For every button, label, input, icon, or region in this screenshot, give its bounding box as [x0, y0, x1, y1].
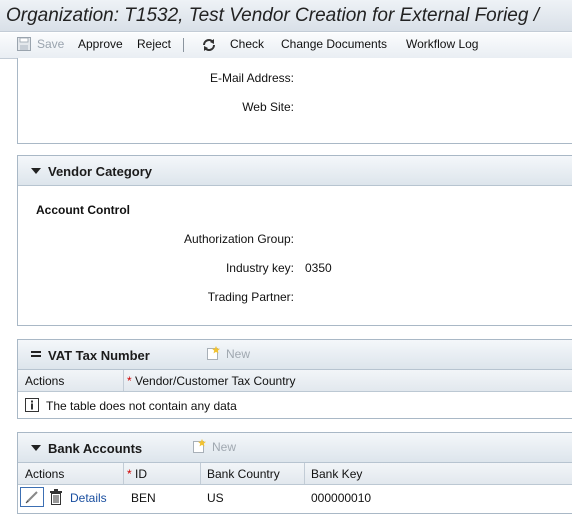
authorization-group-label: Authorization Group:	[183, 232, 294, 246]
vat-table-header: Actions * Vendor/Customer Tax Country	[18, 370, 572, 392]
column-separator	[123, 463, 124, 484]
vat-col-tax-country[interactable]: Vendor/Customer Tax Country	[135, 374, 296, 388]
industry-key-label: Industry key:	[225, 261, 294, 275]
bank-accounts-panel: Bank Accounts New Actions * ID Bank Coun…	[17, 432, 572, 514]
trading-partner-label: Trading Partner:	[207, 290, 294, 304]
bank-col-id[interactable]: ID	[135, 467, 147, 481]
workflow-log-button[interactable]: Workflow Log	[406, 37, 478, 51]
collapse-bars-icon[interactable]	[31, 351, 41, 357]
vendor-category-panel: Vendor Category Account Control Authoriz…	[17, 155, 572, 326]
website-label: Web Site:	[242, 100, 294, 114]
vendor-category-title: Vendor Category	[48, 164, 153, 179]
refresh-check-icon[interactable]	[201, 37, 217, 53]
collapse-triangle-icon[interactable]	[31, 445, 41, 451]
bank-col-actions: Actions	[25, 467, 65, 481]
industry-key-value: 0350	[305, 261, 332, 275]
window-title: Organization: T1532, Test Vendor Creatio…	[0, 0, 572, 32]
bank-key-cell: 000000010	[311, 491, 372, 505]
column-separator	[200, 463, 201, 484]
toolbar: Save Approve Reject Check Change Documen…	[0, 33, 572, 59]
reject-button[interactable]: Reject	[137, 37, 171, 51]
required-marker: *	[127, 374, 132, 388]
toolbar-separator	[183, 38, 184, 52]
vat-tax-panel: VAT Tax Number New Actions * Vendor/Cust…	[17, 339, 572, 419]
change-documents-button[interactable]: Change Documents	[281, 37, 387, 51]
vat-col-actions: Actions	[25, 374, 65, 388]
table-row: Details BEN US 000000010	[18, 485, 572, 509]
check-button[interactable]: Check	[230, 37, 264, 51]
address-panel: E-Mail Address: Web Site:	[17, 58, 572, 144]
bank-col-country[interactable]: Bank Country	[207, 467, 280, 481]
bank-accounts-header[interactable]: Bank Accounts New	[18, 433, 572, 463]
vendor-category-header[interactable]: Vendor Category	[18, 156, 572, 186]
edit-button[interactable]	[20, 487, 44, 507]
bank-table-header: Actions * ID Bank Country Bank Key	[18, 463, 572, 485]
bank-id-cell: BEN	[131, 491, 156, 505]
column-separator	[304, 463, 305, 484]
vat-tax-title: VAT Tax Number	[48, 348, 150, 363]
info-icon	[25, 398, 39, 412]
approve-button[interactable]: Approve	[78, 37, 123, 51]
collapse-triangle-icon[interactable]	[31, 168, 41, 174]
email-label: E-Mail Address:	[209, 71, 294, 85]
trash-icon[interactable]	[49, 489, 63, 505]
save-icon	[17, 37, 31, 51]
details-link[interactable]: Details	[70, 491, 107, 505]
bank-new-button[interactable]: New	[212, 440, 236, 454]
column-separator	[123, 370, 124, 391]
save-button[interactable]: Save	[37, 37, 64, 51]
new-document-icon	[193, 439, 206, 453]
vat-empty-message: The table does not contain any data	[46, 399, 237, 413]
vat-tax-header[interactable]: VAT Tax Number New	[18, 340, 572, 370]
required-marker: *	[127, 467, 132, 481]
bank-country-cell: US	[207, 491, 224, 505]
bank-col-bank-key[interactable]: Bank Key	[311, 467, 362, 481]
bank-accounts-title: Bank Accounts	[48, 441, 143, 456]
account-control-heading: Account Control	[36, 203, 130, 217]
vat-new-button[interactable]: New	[226, 347, 250, 361]
pencil-icon	[25, 491, 38, 504]
new-document-icon	[207, 346, 220, 360]
